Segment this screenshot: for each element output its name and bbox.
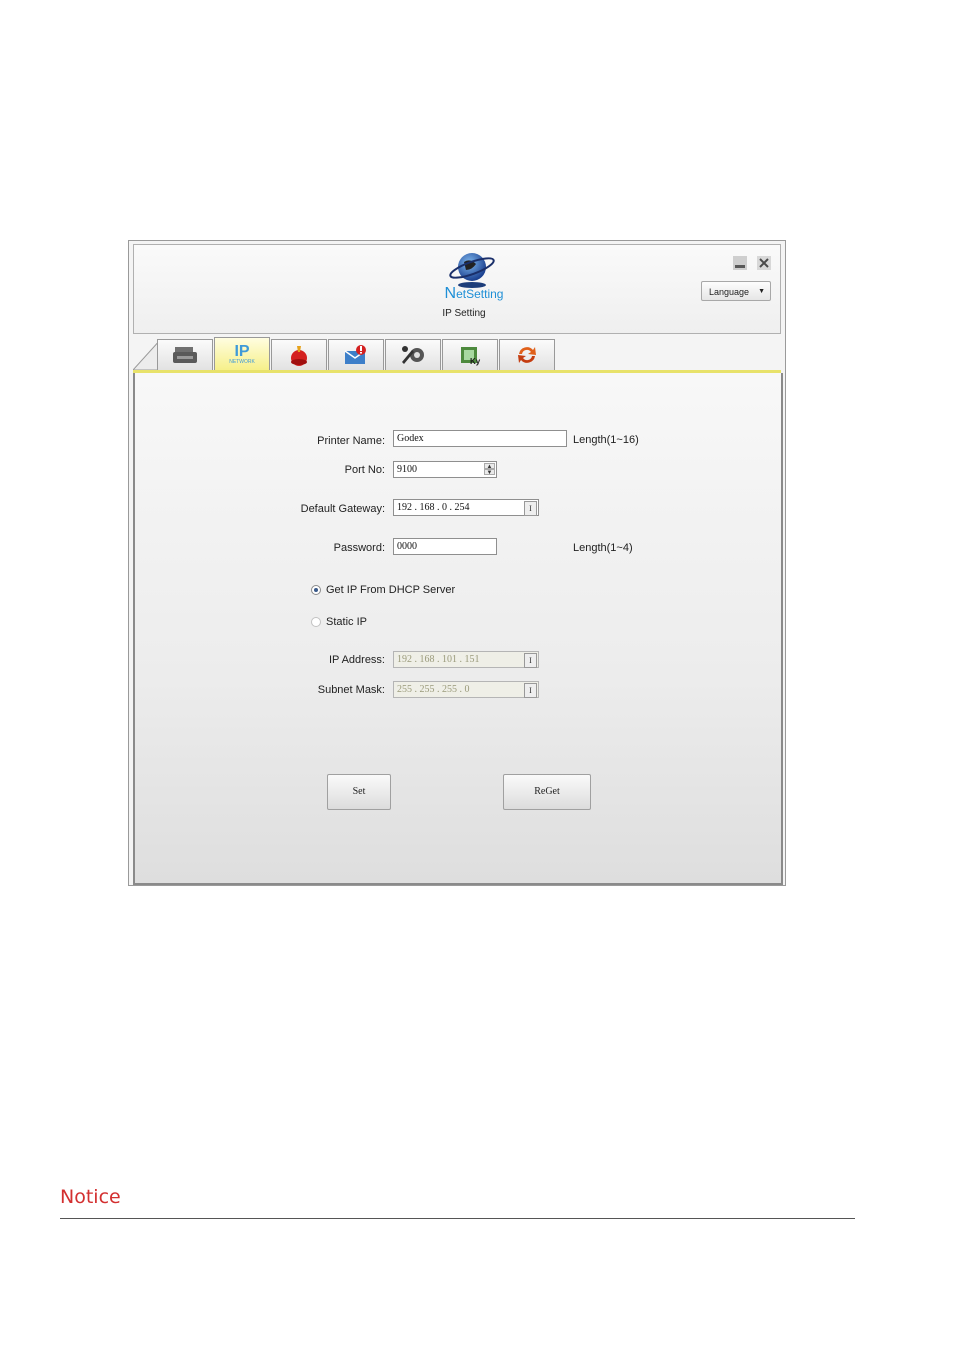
svg-text:Ky: Ky [470,357,481,366]
ip-address-ip-button: I [524,653,537,668]
static-ip-radio[interactable] [311,617,321,627]
port-value: 9100 [397,464,417,475]
mail-alert-icon [344,345,366,364]
minimize-icon[interactable] [732,255,748,271]
tab-alert[interactable] [271,339,327,370]
gateway-value: 192 . 168 . 0 . 254 [397,502,470,513]
subnet-mask-label: Subnet Mask: [317,684,385,696]
tools-icon [402,346,424,364]
app-brand: NetSetting [444,285,504,302]
ip-address-input: 192 . 168 . 101 . 151 I [393,651,539,668]
printer-name-input[interactable]: Godex [393,430,567,447]
ip-setting-panel: Printer Name: Godex Length(1~16) Port No… [133,373,783,885]
tab-ip-network[interactable]: IP NETWORK [214,337,270,370]
chevron-down-icon: ▼ [758,288,765,295]
reget-button[interactable]: ReGet [503,774,591,810]
ip-address-value: 192 . 168 . 101 . 151 [397,654,480,665]
notice-heading: Notice [60,1186,121,1208]
tab-mail-alert[interactable] [328,339,384,370]
dhcp-label: Get IP From DHCP Server [326,584,456,596]
subnet-mask-input: 255 . 255 . 255 . 0 I [393,681,539,698]
password-label: Password: [333,542,385,554]
static-ip-label: Static IP [326,616,367,628]
password-input[interactable]: 0000 [393,538,497,555]
subnet-mask-value: 255 . 255 . 255 . 0 [397,684,470,695]
tab-key[interactable]: Ky [442,339,498,370]
refresh-icon [518,347,536,363]
port-label: Port No: [344,464,385,476]
set-button[interactable]: Set [327,774,391,810]
subnet-mask-ip-button: I [524,683,537,698]
tab-refresh[interactable] [499,339,555,370]
tab-tools[interactable] [385,339,441,370]
port-spin-buttons[interactable]: ▲ ▼ [484,463,495,476]
tab-bar: IP NETWORK Ky [133,337,781,373]
tab-printer[interactable] [157,339,213,370]
alert-bell-icon [291,346,307,366]
gateway-ip-button[interactable]: I [524,501,537,516]
notice-divider [60,1218,855,1219]
spin-down-icon[interactable]: ▼ [484,469,495,476]
password-hint: Length(1~4) [573,542,633,554]
static-ip-radio-option[interactable]: Static IP [311,616,367,628]
globe-logo-icon [449,253,495,288]
page-subtitle: IP Setting [442,308,486,319]
language-label: Language [709,287,750,297]
printer-name-hint: Length(1~16) [573,434,639,446]
gateway-input[interactable]: 192 . 168 . 0 . 254 I [393,499,539,516]
dhcp-radio-option[interactable]: Get IP From DHCP Server [311,584,455,596]
netsetting-window: NetSetting IP Setting Language ▼ IP NETW… [128,240,786,886]
printer-name-label: Printer Name: [317,435,385,447]
ip-address-label: IP Address: [328,654,385,666]
gateway-label: Default Gateway: [300,503,385,515]
dhcp-radio[interactable] [311,585,321,595]
ip-network-icon: IP NETWORK [229,342,255,365]
window-header: NetSetting IP Setting Language ▼ [133,244,781,334]
close-icon[interactable] [756,255,772,271]
language-dropdown[interactable]: Language ▼ [701,281,771,301]
port-stepper[interactable]: 9100 ▲ ▼ [393,461,497,478]
printer-icon [173,347,197,363]
key-icon: Ky [461,347,481,366]
